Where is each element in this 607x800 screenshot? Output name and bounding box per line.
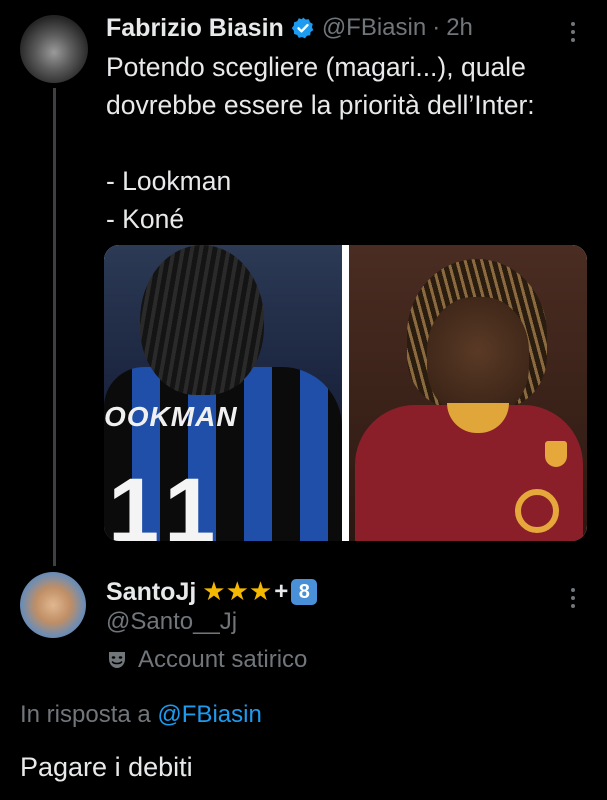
player-photo-kone[interactable]	[349, 245, 587, 541]
face-shape	[427, 297, 529, 417]
stars-emoji-icon: ★★★	[202, 577, 273, 607]
tweet-media[interactable]: OOKMAN 11	[104, 245, 587, 541]
tweet-time[interactable]: 2h	[446, 14, 473, 42]
in-reply-mention-link[interactable]: @FBiasin	[157, 701, 261, 728]
hair-shape	[140, 245, 264, 395]
number-eight-emoji-icon: 8	[291, 579, 318, 605]
theater-mask-icon	[106, 649, 128, 671]
player-photo-lookman[interactable]: OOKMAN 11	[104, 245, 342, 541]
tweet-text-line: - Lookman	[106, 166, 232, 196]
tweet-text-line	[106, 124, 586, 162]
in-reply-to: In risposta a @FBiasin	[20, 701, 262, 729]
satire-label-text: Account satirico	[138, 646, 308, 673]
jersey-name-text: OOKMAN	[104, 401, 238, 432]
more-options-icon[interactable]	[570, 22, 576, 42]
separator-dot: ·	[432, 14, 441, 41]
reply-author-name[interactable]: SantoJj	[106, 578, 196, 607]
satire-label: Account satirico	[106, 644, 307, 676]
reply-text: Pagare i debiti	[20, 752, 193, 782]
reply-more-options-icon[interactable]	[570, 588, 576, 608]
reply-author-handle[interactable]: @Santo__Jj	[106, 608, 237, 636]
tweet-text-line: Potendo scegliere (magari...), quale	[106, 52, 526, 82]
sponsor-logo-icon	[515, 489, 559, 533]
tweet-header: Fabrizio Biasin @FBiasin · 2h	[106, 10, 473, 46]
tweet-text-line: dovrebbe essere la priorità dell’Inter:	[106, 90, 535, 120]
reply-author-avatar[interactable]	[20, 572, 86, 638]
plus-sign: +	[274, 578, 289, 605]
in-reply-prefix: In risposta a	[20, 701, 151, 728]
jersey-number-text: 11	[108, 460, 226, 541]
reply-header: SantoJj ★★★ + 8	[106, 576, 318, 608]
author-avatar[interactable]	[20, 15, 88, 83]
tweet-text-line: - Koné	[106, 204, 185, 234]
verified-badge-icon	[291, 16, 315, 40]
author-name[interactable]: Fabrizio Biasin	[106, 14, 284, 43]
tweet-text: Potendo scegliere (magari...), quale dov…	[106, 48, 586, 238]
club-crest-icon	[545, 441, 567, 467]
author-handle[interactable]: @FBiasin	[322, 14, 426, 42]
thread-line	[53, 88, 56, 566]
